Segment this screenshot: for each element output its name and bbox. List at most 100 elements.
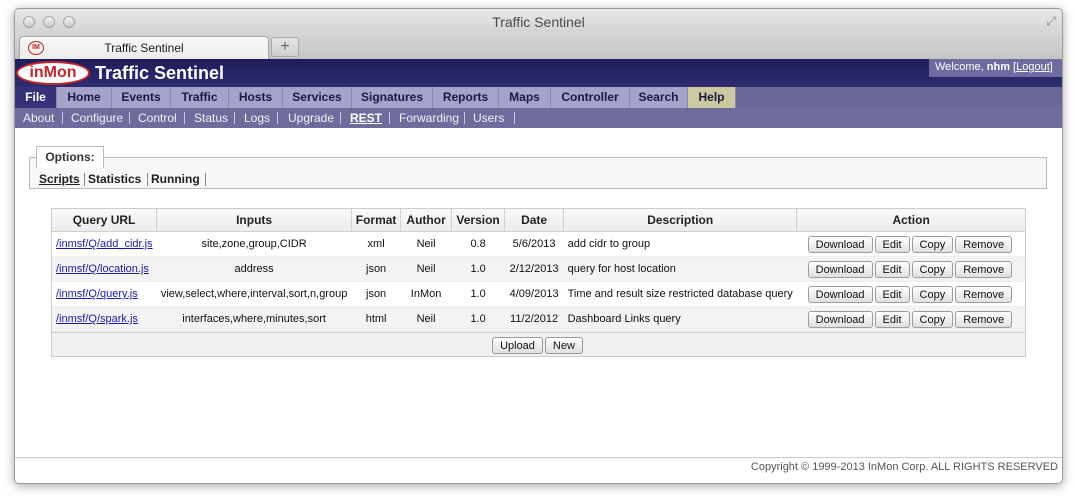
author-cell: InMon xyxy=(400,281,452,307)
menu-file[interactable]: File xyxy=(15,87,57,108)
tab-bar: IM Traffic Sentinel + xyxy=(15,33,1062,62)
logout-link[interactable]: Logout xyxy=(1016,61,1050,73)
option-separator xyxy=(84,173,85,186)
inputs-cell: address xyxy=(156,256,352,282)
welcome-box: Welcome, nhm [Logout] xyxy=(929,59,1062,77)
remove-button[interactable]: Remove xyxy=(955,235,1013,253)
column-header-inputs: Inputs xyxy=(156,209,353,232)
option-separator xyxy=(205,173,206,186)
table-row: /inmsf/Q/location.js address json Neil 1… xyxy=(52,256,1025,282)
copy-button[interactable]: Copy xyxy=(911,260,954,278)
edit-button[interactable]: Edit xyxy=(874,310,910,328)
query-url-link[interactable]: /inmsf/Q/query.js xyxy=(56,288,138,300)
browser-window: Traffic Sentinel ⤢ IM Traffic Sentinel +… xyxy=(14,8,1063,484)
format-cell: json xyxy=(351,281,401,307)
format-cell: xml xyxy=(351,231,401,257)
description-cell: query for host location xyxy=(563,256,797,282)
query-url-link[interactable]: /inmsf/Q/add_cidr.js xyxy=(56,238,153,250)
sub-menu: About Configure Control Status Logs Upgr… xyxy=(15,108,1062,128)
column-header-version: Version xyxy=(451,209,506,232)
version-cell: 1.0 xyxy=(451,306,505,332)
main-menu: File Home Events Traffic Hosts Services … xyxy=(15,87,1062,108)
submenu-separator xyxy=(464,112,465,124)
edit-button[interactable]: Edit xyxy=(874,235,910,253)
fullscreen-icon[interactable]: ⤢ xyxy=(1046,14,1056,29)
inputs-cell: site,zone,group,CIDR xyxy=(156,231,352,257)
browser-tab[interactable]: IM Traffic Sentinel xyxy=(19,36,269,60)
upload-button[interactable]: Upload xyxy=(492,337,543,354)
new-button[interactable]: New xyxy=(544,337,583,354)
submenu-separator xyxy=(234,112,235,124)
action-cell: Download Edit Copy Remove xyxy=(796,256,1025,282)
action-cell: Download Edit Copy Remove xyxy=(796,306,1025,332)
menu-search[interactable]: Search xyxy=(630,87,688,108)
author-cell: Neil xyxy=(400,306,452,332)
menu-home[interactable]: Home xyxy=(57,87,112,108)
menu-hosts[interactable]: Hosts xyxy=(229,87,283,108)
remove-button[interactable]: Remove xyxy=(955,260,1013,278)
submenu-separator xyxy=(389,112,390,124)
version-cell: 1.0 xyxy=(451,281,505,307)
submenu-control[interactable]: Control xyxy=(138,111,177,125)
column-header-format: Format xyxy=(351,209,402,232)
menu-maps[interactable]: Maps xyxy=(499,87,551,108)
table-header-row: Query URL Inputs Format Author Version D… xyxy=(52,209,1025,232)
query-url-link[interactable]: /inmsf/Q/spark.js xyxy=(56,313,138,325)
description-cell: Dashboard Links query xyxy=(563,306,797,332)
tab-title: Traffic Sentinel xyxy=(104,41,184,55)
column-header-query-url: Query URL xyxy=(52,209,158,232)
copy-button[interactable]: Copy xyxy=(911,235,954,253)
option-scripts[interactable]: Scripts xyxy=(39,172,80,186)
edit-button[interactable]: Edit xyxy=(874,285,910,303)
submenu-about[interactable]: About xyxy=(23,111,54,125)
submenu-logs[interactable]: Logs xyxy=(244,111,270,125)
submenu-configure[interactable]: Configure xyxy=(71,111,123,125)
app-title: Traffic Sentinel xyxy=(95,63,225,83)
option-separator xyxy=(147,173,148,186)
remove-button[interactable]: Remove xyxy=(955,310,1013,328)
window-title: Traffic Sentinel xyxy=(492,14,585,30)
copy-button[interactable]: Copy xyxy=(911,285,954,303)
submenu-users[interactable]: Users xyxy=(473,111,504,125)
column-header-description: Description xyxy=(563,209,798,232)
options-label: Options: xyxy=(36,146,104,168)
column-header-date: Date xyxy=(504,209,565,232)
new-tab-button[interactable]: + xyxy=(271,37,299,57)
download-button[interactable]: Download xyxy=(807,285,873,303)
download-button[interactable]: Download xyxy=(807,235,873,253)
scripts-table: Query URL Inputs Format Author Version D… xyxy=(51,208,1026,357)
table-row: /inmsf/Q/spark.js interfaces,where,minut… xyxy=(52,306,1025,332)
submenu-rest[interactable]: REST xyxy=(350,111,382,125)
copy-button[interactable]: Copy xyxy=(911,310,954,328)
inputs-cell: interfaces,where,minutes,sort xyxy=(156,306,352,332)
version-cell: 1.0 xyxy=(451,256,505,282)
date-cell: 2/12/2013 xyxy=(504,256,564,282)
submenu-status[interactable]: Status xyxy=(194,111,228,125)
menu-traffic[interactable]: Traffic xyxy=(171,87,229,108)
menu-services[interactable]: Services xyxy=(283,87,352,108)
submenu-upgrade[interactable]: Upgrade xyxy=(288,111,334,125)
description-cell: add cidr to group xyxy=(563,231,797,257)
menu-reports[interactable]: Reports xyxy=(433,87,499,108)
submenu-separator xyxy=(184,112,185,124)
date-cell: 11/2/2012 xyxy=(504,306,564,332)
submenu-forwarding[interactable]: Forwarding xyxy=(399,111,459,125)
action-cell: Download Edit Copy Remove xyxy=(796,281,1025,307)
edit-button[interactable]: Edit xyxy=(874,260,910,278)
menu-signatures[interactable]: Signatures xyxy=(352,87,433,108)
download-button[interactable]: Download xyxy=(807,260,873,278)
option-running[interactable]: Running xyxy=(151,172,200,186)
column-header-action: Action xyxy=(796,209,1025,232)
menu-events[interactable]: Events xyxy=(112,87,171,108)
copyright-text: Copyright © 1999-2013 InMon Corp. ALL RI… xyxy=(750,461,1058,473)
menu-help[interactable]: Help xyxy=(688,87,736,108)
table-row: /inmsf/Q/add_cidr.js site,zone,group,CID… xyxy=(52,231,1025,257)
format-cell: json xyxy=(351,256,401,282)
column-header-author: Author xyxy=(400,209,453,232)
option-statistics[interactable]: Statistics xyxy=(88,172,141,186)
remove-button[interactable]: Remove xyxy=(955,285,1013,303)
date-cell: 5/6/2013 xyxy=(504,231,564,257)
download-button[interactable]: Download xyxy=(807,310,873,328)
query-url-link[interactable]: /inmsf/Q/location.js xyxy=(56,263,149,275)
menu-controller[interactable]: Controller xyxy=(551,87,630,108)
